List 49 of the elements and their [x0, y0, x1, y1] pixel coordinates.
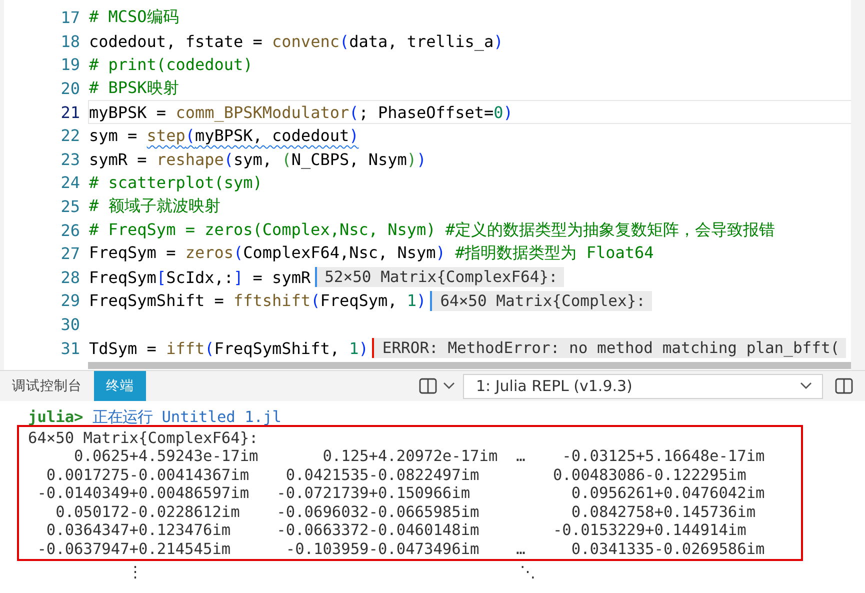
- inline-result: 64×50 Matrix{Complex}:: [430, 290, 652, 311]
- code-line: FreqSymShift = fftshift(FreqSym, 1): [89, 291, 426, 310]
- line-number: 20: [60, 79, 81, 98]
- panel-tab[interactable]: 调试控制台: [0, 371, 94, 401]
- code-line: # print(codedout): [89, 55, 253, 74]
- code-line: # FreqSym = zeros(Complex,Nsc, Nsym) #定义的数据类型为抽象复数矩阵，会导致报错: [89, 220, 776, 241]
- matrix-row-text: -0.0637947+0.214545im -0.103959-0.0473496im … 0.0341335-0.0269586im: [36, 540, 766, 559]
- line-number: 17: [60, 8, 81, 28]
- line-number: 21: [60, 102, 81, 122]
- terminal-dropdown[interactable]: 1: Julia REPL (v1.9.3): [463, 374, 823, 398]
- scrollbar[interactable]: [88, 362, 851, 369]
- line-number: 26: [60, 220, 81, 240]
- code-line: sym = step(myBPSK, codedout): [89, 126, 359, 146]
- split-panel-icon[interactable]: [835, 378, 853, 394]
- split-layout-icon[interactable]: [419, 378, 437, 394]
- code-line: # scatterplot(sym): [89, 173, 262, 192]
- output-line: 64×50 Matrix{ComplexF64}:: [28, 428, 260, 448]
- line-number: 29: [60, 291, 81, 310]
- chevron-icon[interactable]: [443, 382, 455, 390]
- line-number: 24: [60, 173, 81, 192]
- line-number: 23: [60, 150, 81, 169]
- code-line: symR = reshape(sym, (N_CBPS, Nsym)): [89, 150, 426, 169]
- matrix-row-text: 0.0364347+0.123476im -0.0663372-0.0460148im -0.0153229+0.144914im: [45, 521, 748, 540]
- code-line: myBPSK = comm_BPSKModulator(; PhaseOffset=0): [89, 102, 513, 122]
- code-line: FreqSym = zeros(ComplexF64,Nsc, Nsym) #指明数据类型为 Float64: [89, 243, 654, 264]
- code-line: TdSym = ifft(FreqSymShift, 1): [89, 338, 368, 358]
- inline-error: ERROR: MethodError: no method matching plan_bfft(: [372, 338, 846, 358]
- terminal-prompt: julia>: [28, 408, 84, 426]
- code-line: FreqSym[ScIdx,:] = symR: [89, 268, 311, 287]
- line-number: 27: [60, 244, 81, 264]
- line-number: 22: [60, 126, 81, 146]
- line-number: 19: [60, 55, 81, 74]
- terminal-command: 正在运行 Untitled 1.jl: [92, 408, 282, 426]
- line-number: 25: [60, 197, 81, 216]
- inline-result: 52×50 Matrix{ComplexF64}:: [314, 267, 564, 288]
- code-line: # MCSO编码: [89, 7, 179, 28]
- line-number: 31: [60, 338, 81, 358]
- matrix-row-text: -0.0140349+0.00486597im -0.0721739+0.150966im 0.0956261+0.0476042im: [36, 484, 766, 503]
- code-line: codedout, fstate = convenc(data, trellis_a): [89, 32, 504, 51]
- line-number: 30: [60, 315, 81, 334]
- line-number: 28: [60, 268, 81, 287]
- code-line: # 额域子就波映射: [89, 196, 220, 218]
- code-line: # BPSK映射: [89, 78, 179, 100]
- matrix-row-text: 0.0017275-0.00414367im 0.0421535-0.0822497im 0.00483086-0.122295im: [45, 466, 748, 484]
- matrix-row-text: 0.0625+4.59243e-17im 0.125+4.20972e-17im … -0.03125+5.16648e-17im: [73, 447, 766, 466]
- matrix-row-text: 0.050172-0.0228612im -0.0696032-0.0665985im 0.0842758+0.145736im: [54, 502, 757, 522]
- ellipsis-row-text: ⋮ ⋱: [126, 562, 535, 581]
- chevron-icon: [800, 382, 812, 390]
- line-number: 18: [60, 32, 81, 51]
